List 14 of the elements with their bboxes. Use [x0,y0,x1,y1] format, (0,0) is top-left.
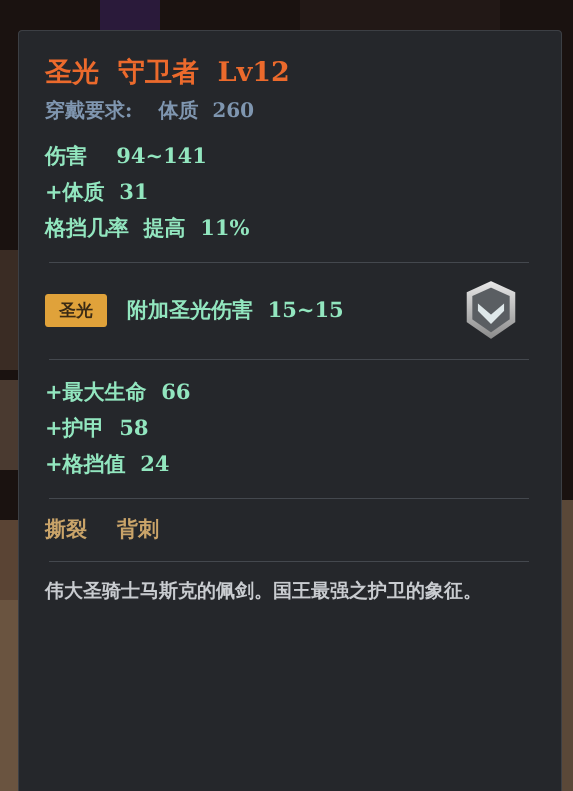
requirement-value: 体质 260 [158,97,254,124]
enchant-text: 附加圣光伤害 15~15 [127,296,344,324]
stat-line: +护甲 58 [45,414,150,442]
skill-name: 背刺 [117,515,159,543]
element-tag: 圣光 [45,294,107,326]
stat-line: +体质 31 [45,178,150,206]
item-title: 圣光 守卫者 Lv12 [45,56,291,90]
requirement-label: 穿戴要求: [45,97,132,124]
item-description: 伟大圣骑士马斯克的佩剑。国王最强之护卫的象征。 [45,579,483,604]
stat-line: 格挡几率 提高 11% [45,214,250,242]
skill-name: 撕裂 [45,515,87,543]
stat-line: +最大生命 66 [45,378,192,406]
stat-line: +格挡值 24 [45,450,170,478]
stat-line: 伤害 94~141 [45,142,208,170]
